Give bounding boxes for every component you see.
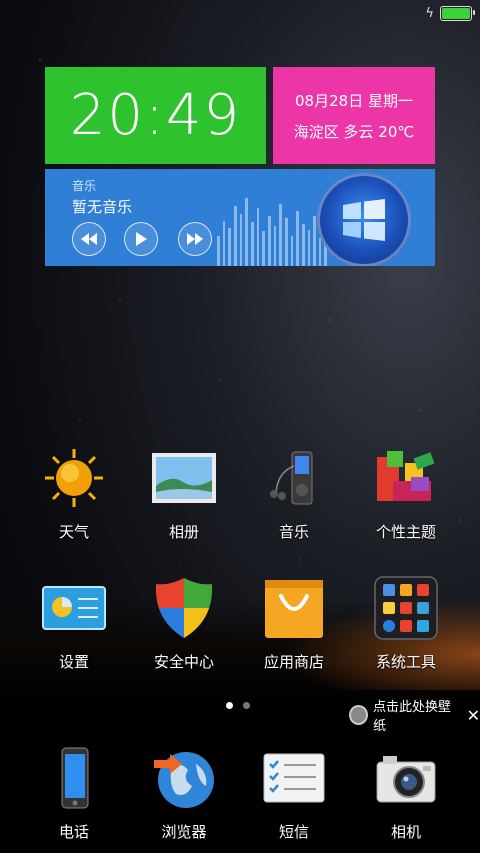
app-label: 短信 bbox=[278, 823, 309, 841]
app-security[interactable]: 安全中心 bbox=[129, 575, 239, 672]
fast-forward-icon bbox=[187, 233, 203, 245]
photo-album-icon bbox=[151, 445, 217, 511]
dock-camera[interactable]: 相机 bbox=[351, 745, 461, 842]
page-dot-2[interactable] bbox=[243, 702, 250, 709]
play-button[interactable] bbox=[124, 222, 158, 256]
app-label: 电话 bbox=[58, 823, 89, 841]
weather-text: 海淀区 多云 20℃ bbox=[293, 122, 415, 141]
app-album[interactable]: 相册 bbox=[129, 445, 239, 542]
dock-messages[interactable]: 短信 bbox=[239, 745, 349, 842]
music-player-icon bbox=[261, 445, 327, 511]
play-icon bbox=[136, 232, 147, 246]
windows-logo-icon bbox=[343, 199, 385, 241]
app-system-tools[interactable]: 系统工具 bbox=[351, 575, 461, 672]
wallpaper-change-hint[interactable]: 点击此处换壁纸 ✕ bbox=[349, 696, 480, 734]
app-label: 应用商店 bbox=[263, 653, 324, 671]
security-shield-icon bbox=[151, 575, 217, 641]
weather-widget[interactable]: 08月28日 星期一 海淀区 多云 20℃ bbox=[273, 67, 435, 164]
weather-sun-icon bbox=[41, 445, 107, 511]
app-label: 音乐 bbox=[278, 523, 309, 541]
browser-globe-icon bbox=[151, 745, 217, 811]
music-track-title: 暂无音乐 bbox=[72, 198, 133, 216]
tools-folder-icon bbox=[373, 575, 439, 641]
rewind-icon bbox=[81, 233, 97, 245]
app-label: 个性主题 bbox=[375, 523, 436, 541]
music-section-label: 音乐 bbox=[72, 179, 97, 193]
messages-icon bbox=[261, 745, 327, 811]
wallpaper-circle-icon bbox=[349, 705, 369, 725]
app-settings[interactable]: 设置 bbox=[19, 575, 129, 672]
page-indicator bbox=[226, 702, 250, 709]
music-widget[interactable]: 音乐 暂无音乐 bbox=[45, 169, 435, 266]
page-dot-1[interactable] bbox=[226, 702, 233, 709]
clock-time: 20:49 bbox=[69, 83, 242, 148]
phone-icon bbox=[41, 745, 107, 811]
camera-icon bbox=[373, 745, 439, 811]
app-music[interactable]: 音乐 bbox=[239, 445, 349, 542]
previous-button[interactable] bbox=[72, 222, 106, 256]
date-text: 08月28日 星期一 bbox=[295, 91, 413, 110]
shopping-bag-icon bbox=[261, 575, 327, 641]
app-store[interactable]: 应用商店 bbox=[239, 575, 349, 672]
clock-widget[interactable]: 20:49 bbox=[45, 67, 266, 164]
app-label: 设置 bbox=[58, 653, 89, 671]
battery-level bbox=[442, 8, 470, 19]
app-label: 相机 bbox=[390, 823, 421, 841]
app-label: 系统工具 bbox=[375, 653, 436, 671]
wallpaper-hint-text: 点击此处换壁纸 bbox=[373, 700, 452, 734]
equalizer-graphic bbox=[217, 191, 328, 266]
app-label: 浏览器 bbox=[161, 823, 207, 841]
close-icon[interactable]: ✕ bbox=[467, 706, 480, 725]
dock-phone[interactable]: 电话 bbox=[19, 745, 129, 842]
next-button[interactable] bbox=[178, 222, 212, 256]
charging-icon: ϟ bbox=[425, 6, 434, 21]
app-theme[interactable]: 个性主题 bbox=[351, 445, 461, 542]
theme-blocks-icon bbox=[373, 445, 439, 511]
app-label: 相册 bbox=[168, 523, 199, 541]
app-weather[interactable]: 天气 bbox=[19, 445, 129, 542]
app-label: 天气 bbox=[58, 523, 89, 541]
album-disc bbox=[317, 173, 411, 266]
settings-panel-icon bbox=[41, 575, 107, 641]
app-label: 安全中心 bbox=[153, 653, 214, 671]
status-bar: ϟ bbox=[425, 6, 475, 21]
battery-icon bbox=[440, 6, 475, 21]
dock-browser[interactable]: 浏览器 bbox=[129, 745, 239, 842]
